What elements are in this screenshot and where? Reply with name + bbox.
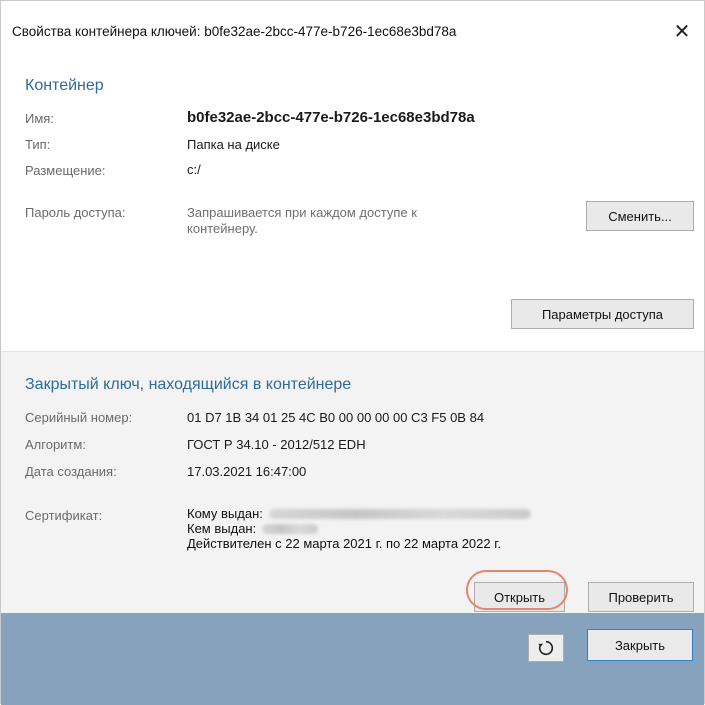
window-title: Свойства контейнера ключей: b0fe32ae-2bc… xyxy=(12,24,457,39)
location-value: c:/ xyxy=(187,162,201,177)
issued-by-label: Кем выдан: xyxy=(187,521,257,536)
location-label: Размещение: xyxy=(25,163,106,178)
close-button[interactable]: Закрыть xyxy=(587,629,693,661)
issued-to-redacted xyxy=(268,508,531,519)
type-value: Папка на диске xyxy=(187,137,280,152)
close-icon[interactable]: ✕ xyxy=(668,17,696,45)
validity-text: Действителен с 22 марта 2021 г. по 22 ма… xyxy=(187,536,501,551)
serial-value: 01 D7 1B 34 01 25 4C B0 00 00 00 00 C3 F… xyxy=(187,410,485,425)
serial-label: Серийный номер: xyxy=(25,410,133,425)
created-value: 17.03.2021 16:47:00 xyxy=(187,464,307,479)
name-label: Имя: xyxy=(25,111,54,126)
private-key-section: Закрытый ключ, находящийся в контейнере … xyxy=(1,351,704,613)
title-bar: Свойства контейнера ключей: b0fe32ae-2bc… xyxy=(1,13,704,53)
type-label: Тип: xyxy=(25,137,51,152)
password-value: Запрашивается при каждом доступе к конте… xyxy=(187,205,417,236)
issued-to-label: Кому выдан: xyxy=(187,506,263,521)
name-value: b0fe32ae-2bcc-477e-b726-1ec68e3bd78a xyxy=(187,109,475,126)
dialog-window: Свойства контейнера ключей: b0fe32ae-2bc… xyxy=(0,0,705,705)
open-button[interactable]: Открыть xyxy=(474,582,565,612)
issued-by-redacted xyxy=(262,523,319,534)
certificate-label: Сертификат: xyxy=(25,508,103,523)
algorithm-label: Алгоритм: xyxy=(25,437,86,452)
password-label: Пароль доступа: xyxy=(25,205,126,220)
verify-button[interactable]: Проверить xyxy=(588,582,694,612)
refresh-button[interactable] xyxy=(528,634,564,662)
certificate-info: Кому выдан: Кем выдан: Действителен с 22… xyxy=(187,506,531,551)
created-label: Дата создания: xyxy=(25,464,117,479)
refresh-icon xyxy=(538,640,554,656)
container-section: Контейнер Имя: b0fe32ae-2bcc-477e-b726-1… xyxy=(1,53,704,351)
access-params-button[interactable]: Параметры доступа xyxy=(511,299,694,329)
container-heading: Контейнер xyxy=(25,77,104,94)
change-password-button[interactable]: Сменить... xyxy=(586,201,694,231)
dialog-footer: Закрыть xyxy=(1,613,704,705)
algorithm-value: ГОСТ Р 34.10 - 2012/512 EDH xyxy=(187,437,366,452)
private-key-heading: Закрытый ключ, находящийся в контейнере xyxy=(25,376,352,393)
